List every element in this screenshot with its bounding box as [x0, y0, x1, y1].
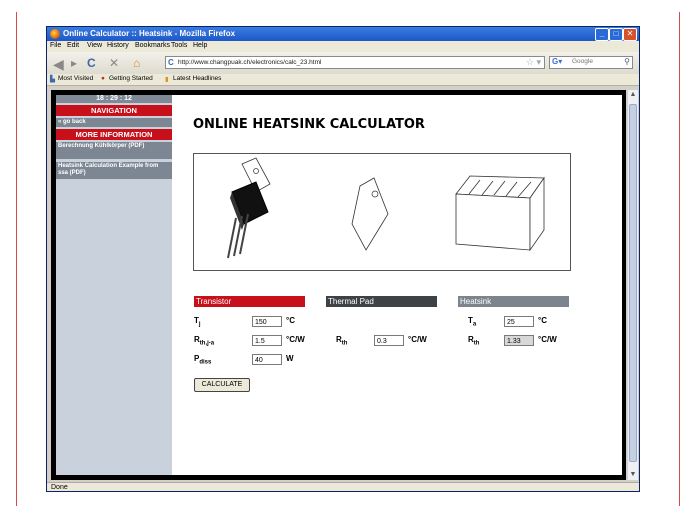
component-drawing — [227, 157, 545, 259]
scroll-up-icon[interactable]: ▲ — [628, 90, 638, 100]
component-illustration — [193, 153, 571, 271]
navigation-heading: NAVIGATION — [56, 105, 172, 116]
bookmark-latest-headlines[interactable]: Latest Headlines — [173, 75, 221, 82]
transistor-header: Transistor — [194, 296, 305, 307]
window-title: Online Calculator :: Heatsink - Mozilla … — [63, 29, 236, 38]
menu-file[interactable]: File — [50, 42, 61, 49]
home-icon[interactable]: ⌂ — [133, 56, 140, 70]
ta-unit: °C — [538, 316, 547, 325]
google-icon[interactable]: G▾ — [552, 57, 562, 66]
navigation-toolbar: ◀ ▸ C ✕ ⌂ C http://www.changpuak.ch/elec… — [47, 52, 639, 74]
scroll-down-icon[interactable]: ▼ — [628, 470, 638, 480]
firefox-icon — [50, 29, 60, 39]
page-title: ONLINE HEATSINK CALCULATOR — [193, 117, 425, 132]
search-icon[interactable]: ⚲ — [624, 57, 630, 66]
reload-small-icon: C — [168, 58, 174, 67]
forward-icon[interactable]: ▸ — [71, 56, 77, 70]
rth-hs-unit: °C/W — [538, 335, 557, 344]
rthja-label: Rth,j-a — [194, 335, 215, 347]
bookmarks-toolbar: ▙ Most Visited ● Getting Started ▮ Lates… — [47, 74, 639, 86]
stop-icon[interactable]: ✕ — [109, 56, 119, 70]
thermal-pad-header: Thermal Pad — [326, 296, 437, 307]
pdiss-label: Pdiss — [194, 354, 212, 366]
thermal-pad-image — [351, 177, 389, 251]
back-icon[interactable]: ◀ — [53, 56, 64, 73]
menu-help[interactable]: Help — [193, 42, 207, 49]
bookmark-most-visited[interactable]: Most Visited — [58, 75, 93, 82]
rss-icon: ▮ — [165, 76, 169, 83]
clock: 18 : 29 : 12 — [56, 95, 172, 103]
go-back-link[interactable]: « go back — [56, 118, 172, 127]
menu-history[interactable]: History — [107, 42, 129, 49]
star-icon[interactable]: ☆ ▾ — [526, 57, 541, 68]
title-bar: Online Calculator :: Heatsink - Mozilla … — [47, 27, 639, 41]
close-icon[interactable]: ✕ — [623, 28, 637, 41]
rth-pad-label: Rth — [336, 335, 348, 347]
menu-bar: File Edit View History Bookmarks Tools H… — [47, 41, 639, 52]
url-text: http://www.changpuak.ch/electronics/calc… — [178, 59, 322, 66]
tj-unit: °C — [286, 316, 295, 325]
menu-view[interactable]: View — [87, 42, 102, 49]
heatsink-image — [455, 175, 545, 252]
menu-edit[interactable]: Edit — [67, 42, 79, 49]
rth-hs-output: 1.33 — [504, 335, 534, 346]
more-information-heading: MORE INFORMATION — [56, 129, 172, 140]
page-viewport: 18 : 29 : 12 NAVIGATION « go back MORE I… — [51, 90, 626, 480]
minimize-icon[interactable]: _ — [595, 28, 609, 41]
search-input[interactable] — [572, 58, 622, 65]
maximize-icon[interactable]: □ — [609, 28, 623, 41]
bookmark-folder-icon: ▙ — [50, 76, 55, 83]
vertical-scrollbar[interactable]: ▲ ▼ — [627, 90, 638, 480]
scroll-thumb[interactable] — [629, 104, 637, 462]
pdiss-unit: W — [286, 354, 294, 363]
pdiss-input[interactable]: 40 — [252, 354, 282, 365]
rth-pad-unit: °C/W — [408, 335, 427, 344]
search-box[interactable]: G▾ ⚲ — [549, 56, 633, 69]
browser-window: Online Calculator :: Heatsink - Mozilla … — [46, 26, 640, 492]
rthja-unit: °C/W — [286, 335, 305, 344]
rthja-input[interactable]: 1.5 — [252, 335, 282, 346]
calculate-button[interactable]: CALCULATE — [194, 378, 250, 392]
ta-input[interactable]: 25 — [504, 316, 534, 327]
getting-started-icon: ● — [101, 75, 105, 82]
heatsink-header: Heatsink — [458, 296, 569, 307]
ta-label: Ta — [468, 316, 477, 328]
sidebar: 18 : 29 : 12 NAVIGATION « go back MORE I… — [56, 95, 172, 475]
transistor-image — [227, 157, 271, 259]
bookmark-getting-started[interactable]: Getting Started — [109, 75, 153, 82]
tj-label: Tj — [194, 316, 201, 328]
status-text: Done — [51, 484, 68, 491]
menu-tools[interactable]: Tools — [171, 42, 187, 49]
link-heatsink-example-pdf[interactable]: Heatsink Calculation Example from ssa (P… — [56, 162, 172, 179]
rth-hs-label: Rth — [468, 335, 480, 347]
rth-pad-input[interactable]: 0.3 — [374, 335, 404, 346]
link-berechnung-pdf[interactable]: Berechnung Kühlkörper (PDF) — [56, 142, 172, 159]
status-bar: Done — [47, 482, 639, 491]
tj-input[interactable]: 150 — [252, 316, 282, 327]
address-bar[interactable]: C http://www.changpuak.ch/electronics/ca… — [165, 56, 545, 69]
main-content: ONLINE HEATSINK CALCULATOR Transistor Th… — [172, 95, 622, 475]
reload-icon[interactable]: C — [87, 56, 96, 70]
menu-bookmarks[interactable]: Bookmarks — [135, 42, 170, 49]
